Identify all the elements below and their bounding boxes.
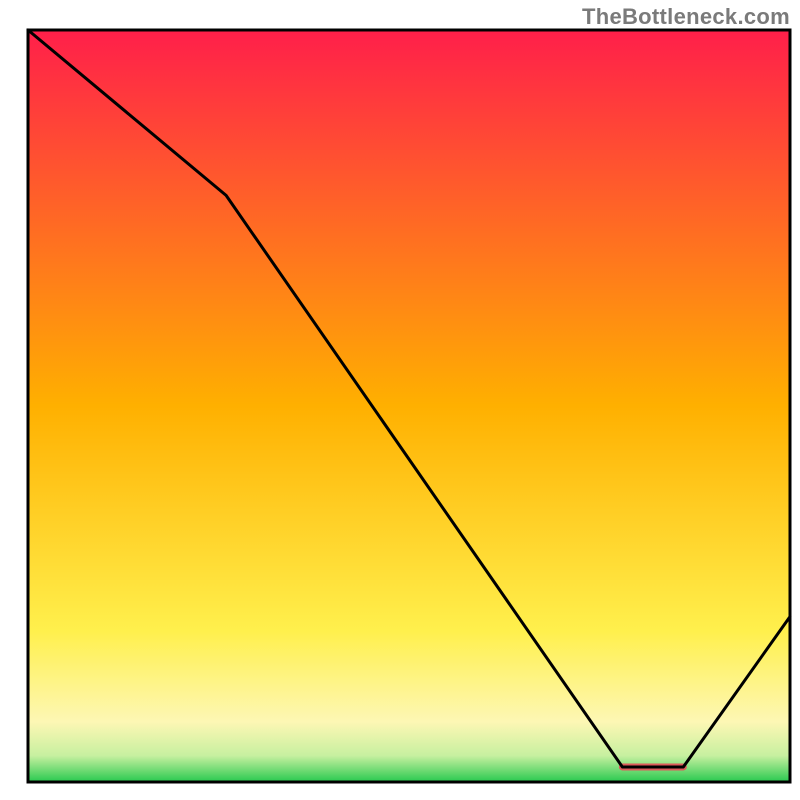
chart-stage: TheBottleneck.com: [0, 0, 800, 800]
plot-background: [28, 30, 790, 782]
bottleneck-chart: [0, 0, 800, 800]
